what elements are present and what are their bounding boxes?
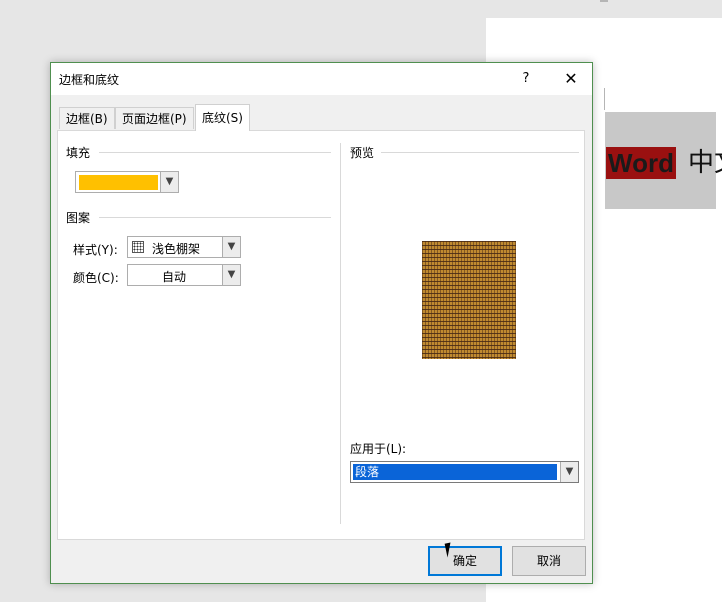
chevron-down-icon[interactable]: ▼	[222, 265, 240, 285]
ok-button[interactable]: 确定	[428, 546, 502, 576]
tab-borders[interactable]: 边框(B)	[59, 107, 115, 129]
pattern-style-label: 样式(Y):	[73, 243, 118, 257]
preview-group-label: 预览	[350, 144, 375, 161]
fill-group-divider	[99, 152, 331, 153]
ruler-mark	[600, 0, 608, 2]
tab-shading[interactable]: 底纹(S)	[195, 104, 250, 131]
pattern-swatch-icon	[132, 241, 144, 253]
apply-to-value: 段落	[353, 464, 557, 480]
highlighted-word: Word	[606, 147, 676, 179]
dialog-title: 边框和底纹	[59, 73, 120, 87]
fill-group-label: 填充	[66, 144, 91, 161]
pattern-color-dropdown[interactable]: 自动 ▼	[127, 264, 241, 286]
pattern-group-divider	[99, 217, 331, 218]
borders-and-shading-dialog: 边框和底纹 ? ✕ 边框(B) 页面边框(P) 底纹(S) 填充 ▼ 图案 样式…	[50, 62, 593, 584]
pattern-color-label: 颜色(C):	[73, 271, 119, 285]
cancel-button[interactable]: 取消	[512, 546, 586, 576]
pattern-group-label: 图案	[66, 209, 91, 226]
chevron-down-icon[interactable]: ▼	[560, 462, 578, 482]
help-icon[interactable]: ?	[511, 63, 541, 95]
panel-separator	[340, 143, 341, 524]
pattern-style-value: 浅色棚架	[152, 242, 201, 256]
fill-color-dropdown[interactable]: ▼	[75, 171, 179, 193]
shading-preview	[422, 241, 516, 359]
preview-group-divider	[381, 152, 579, 153]
pattern-color-value: 自动	[162, 270, 187, 284]
pattern-style-dropdown[interactable]: 浅色棚架 ▼	[127, 236, 241, 258]
tab-page-border[interactable]: 页面边框(P)	[115, 107, 194, 129]
fill-color-swatch	[79, 175, 158, 190]
ruler-mark	[604, 88, 605, 110]
document-text: 中文	[688, 148, 722, 178]
apply-to-dropdown[interactable]: 段落 ▼	[350, 461, 579, 483]
dialog-titlebar: 边框和底纹 ? ✕	[51, 63, 592, 95]
chevron-down-icon[interactable]: ▼	[160, 172, 178, 192]
close-icon[interactable]: ✕	[554, 63, 588, 95]
chevron-down-icon[interactable]: ▼	[222, 237, 240, 257]
apply-to-label: 应用于(L):	[350, 442, 407, 456]
